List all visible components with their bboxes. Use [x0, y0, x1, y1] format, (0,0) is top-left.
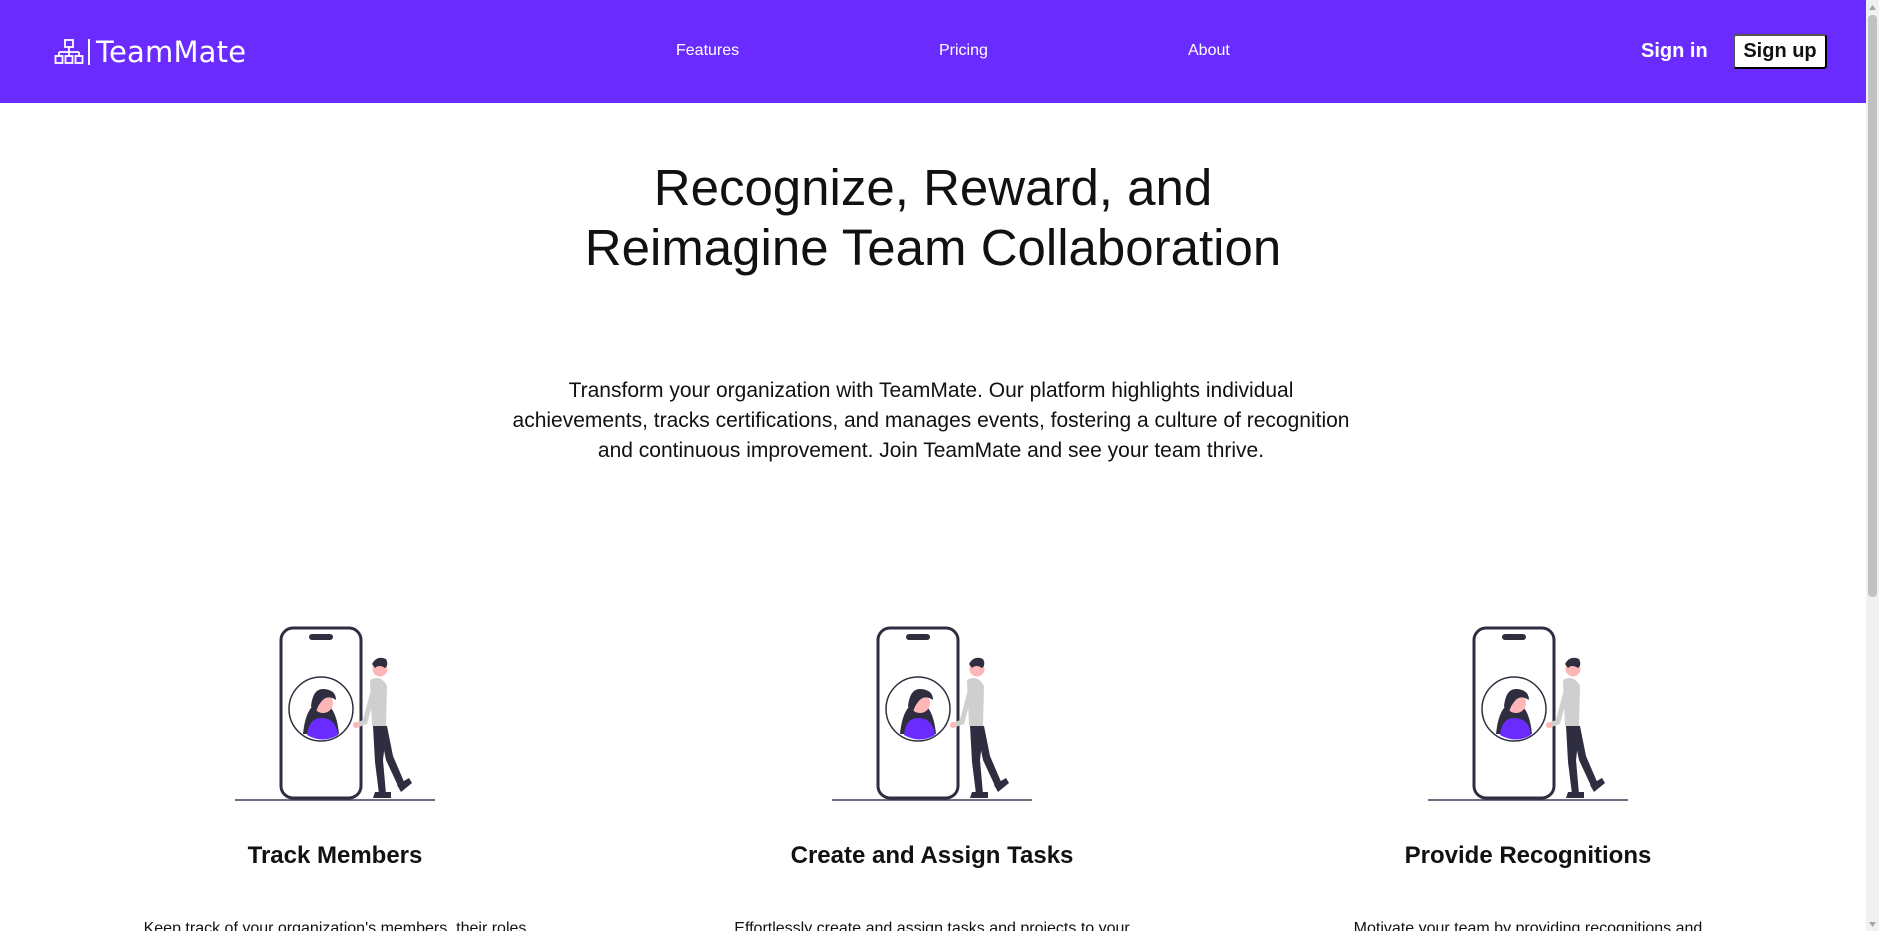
- scroll-thumb[interactable]: [1868, 15, 1877, 597]
- brand-name: TeamMate: [96, 35, 247, 69]
- nav-link-about[interactable]: About: [1188, 42, 1230, 60]
- phone-profile-illustration: [1318, 622, 1738, 804]
- phone-profile-illustration: [722, 622, 1142, 804]
- hero-description: Transform your organization with TeamMat…: [512, 379, 1350, 462]
- phone-profile-illustration: [125, 622, 545, 804]
- sign-in-link[interactable]: Sign in: [1641, 40, 1708, 63]
- feature-title: Create and Assign Tasks: [790, 842, 1074, 869]
- hero-title: Recognize, Reward, and Reimagine Team Co…: [0, 158, 1866, 278]
- nav-link-pricing[interactable]: Pricing: [939, 42, 988, 60]
- feature-description: Effortlessly create and assign tasks and…: [734, 920, 1130, 931]
- hero-title-line1: Recognize, Reward, and: [653, 159, 1213, 216]
- brand-logo[interactable]: TeamMate: [54, 35, 246, 69]
- sitemap-icon: [54, 39, 84, 64]
- feature-description: Keep track of your organization's member…: [143, 920, 527, 931]
- scroll-down-arrow-icon[interactable]: [1866, 917, 1879, 931]
- sign-up-button[interactable]: Sign up: [1733, 34, 1827, 69]
- logo-divider: [88, 39, 90, 65]
- feature-description: Motivate your team by providing recognit…: [1353, 920, 1703, 931]
- feature-title: Track Members: [247, 842, 423, 869]
- scroll-up-arrow-icon[interactable]: [1866, 0, 1879, 14]
- vertical-scrollbar[interactable]: [1866, 0, 1879, 931]
- top-navbar: TeamMate Features Pricing About Sign in …: [0, 0, 1866, 103]
- nav-link-features[interactable]: Features: [676, 42, 739, 60]
- hero-title-line2: Reimagine Team Collaboration: [584, 219, 1282, 276]
- feature-title: Provide Recognitions: [1404, 842, 1652, 869]
- landing-page: TeamMate Features Pricing About Sign in …: [0, 0, 1866, 931]
